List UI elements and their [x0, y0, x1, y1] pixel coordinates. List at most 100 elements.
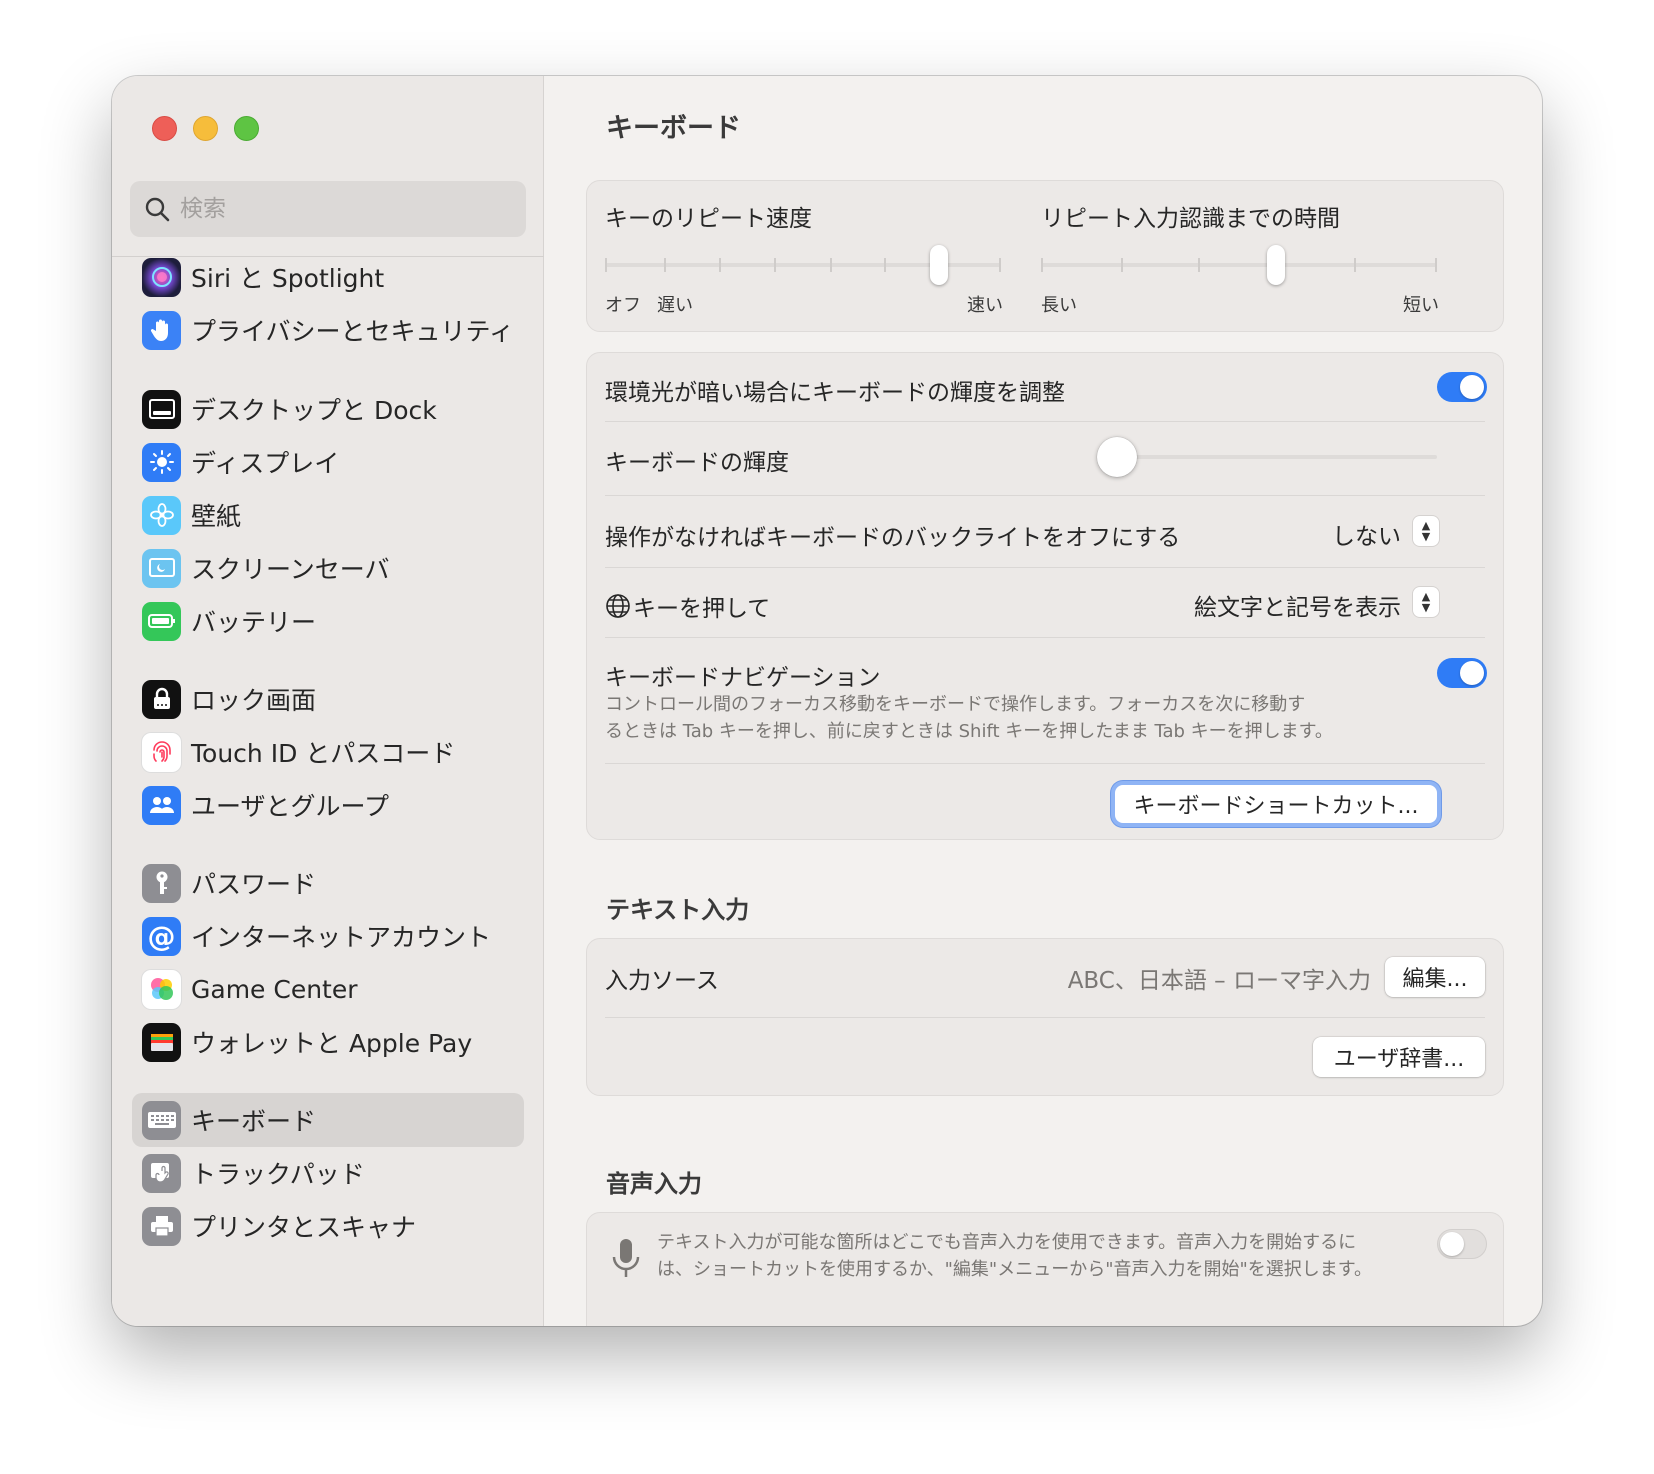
window-controls: [152, 116, 259, 141]
sidebar-item-screensaver[interactable]: スクリーンセーバ: [132, 541, 524, 595]
chevron-updown-icon: ▲ ▼: [1413, 516, 1439, 546]
wallet-icon: [142, 1022, 181, 1062]
repeat-delay-label: リピート入力認識までの時間: [1041, 206, 1340, 232]
sidebar-item-display[interactable]: ディスプレイ: [132, 435, 524, 489]
description-line: コントロール間のフォーカス移動をキーボードで操作します。フォーカスを次に移動す: [605, 694, 1306, 715]
keyboard-navigation-toggle[interactable]: [1437, 658, 1487, 688]
ambient-brightness-label: 環境光が暗い場合にキーボードの輝度を調整: [605, 380, 1065, 406]
repeat-delay-knob[interactable]: [1267, 245, 1285, 285]
search-field[interactable]: [130, 181, 526, 237]
keyboard-brightness-label: キーボードの輝度: [605, 450, 789, 476]
main-panel: キーボード キーのリピート速度 オフ 遅い 速い リピート入力認識までの時間 長…: [544, 76, 1542, 1326]
dock-icon: [142, 389, 181, 429]
sun-icon: [142, 442, 181, 482]
sidebar-item-label: Siri と Spotlight: [191, 264, 385, 293]
sidebar-item-battery[interactable]: バッテリー: [132, 594, 524, 648]
sidebar-item-wallpaper[interactable]: 壁紙: [132, 488, 524, 542]
keyboard-shortcuts-button[interactable]: キーボードショートカット...: [1115, 785, 1437, 823]
key-repeat-rate-slider[interactable]: [605, 245, 1001, 285]
user-dictionary-button[interactable]: ユーザ辞書...: [1313, 1037, 1485, 1077]
divider: [605, 421, 1485, 422]
sidebar-item-desktop-dock[interactable]: デスクトップと Dock: [132, 382, 524, 436]
zoom-button[interactable]: [234, 116, 259, 141]
ambient-brightness-toggle[interactable]: [1437, 372, 1487, 402]
sidebar-item-internet-accounts[interactable]: @ インターネットアカウント: [132, 909, 524, 963]
text-input-group: 入力ソース ABC、日本語 – ローマ字入力 編集... ユーザ辞書...: [586, 938, 1504, 1096]
globe-icon: [606, 594, 630, 618]
chevron-updown-icon: ▲ ▼: [1413, 587, 1439, 617]
divider: [605, 763, 1485, 764]
sidebar-item-wallet[interactable]: ウォレットと Apple Pay: [132, 1015, 524, 1069]
sidebar-item-passwords[interactable]: パスワード: [132, 856, 524, 910]
repeat-settings-group: キーのリピート速度 オフ 遅い 速い リピート入力認識までの時間 長い 短い: [586, 180, 1504, 332]
globe-key-row-label: キーを押して: [605, 589, 770, 623]
divider: [605, 567, 1485, 568]
key-icon: [142, 863, 181, 903]
sidebar-item-label: Game Center: [191, 974, 358, 1004]
trackpad-icon: [142, 1153, 181, 1193]
input-sources-label: 入力ソース: [605, 968, 719, 994]
printer-icon: [142, 1206, 181, 1246]
description-line: は、ショートカットを使用するか、"編集"メニューから"音声入力を開始"を選択しま…: [657, 1259, 1372, 1280]
sidebar-item-siri[interactable]: Siri と Spotlight: [132, 256, 524, 304]
key-repeat-rate-knob[interactable]: [930, 245, 948, 285]
repeat-delay-slider[interactable]: [1041, 245, 1437, 285]
keyboard-brightness-slider[interactable]: [1097, 437, 1437, 477]
keyboard-brightness-knob[interactable]: [1097, 437, 1137, 477]
sidebar-item-label: バッテリー: [191, 608, 317, 637]
sidebar-item-label: プライバシーとセキュリティ: [191, 317, 515, 346]
keyboard-navigation-label: キーボードナビゲーション: [605, 665, 881, 691]
sidebar-item-label: ユーザとグループ: [191, 792, 390, 821]
keyboard-lighting-group: 環境光が暗い場合にキーボードの輝度を調整 キーボードの輝度 操作がなければキーボ…: [586, 352, 1504, 840]
dictation-section-title: 音声入力: [606, 1170, 702, 1198]
sidebar-item-label: キーボード: [191, 1107, 317, 1136]
sidebar-item-label: パスワード: [191, 870, 317, 899]
sidebar-item-label: ディスプレイ: [191, 449, 340, 478]
hand-icon: [142, 310, 181, 350]
sidebar-item-label: ロック画面: [191, 686, 317, 715]
sidebar-item-keyboard[interactable]: キーボード: [132, 1093, 524, 1147]
sidebar-list: Siri と Spotlight プライバシーとセキュリティ デスクトップと D…: [112, 256, 544, 1326]
battery-icon: [142, 601, 181, 641]
sidebar-item-users-groups[interactable]: ユーザとグループ: [132, 778, 524, 832]
divider: [605, 637, 1485, 638]
sidebar-item-lock-screen[interactable]: ロック画面: [132, 672, 524, 726]
lock-icon: [142, 679, 181, 719]
rate-fast-label: 速い: [967, 295, 1003, 316]
rate-slow-label: 遅い: [657, 295, 693, 316]
sidebar-item-game-center[interactable]: Game Center: [132, 962, 524, 1016]
sidebar-item-trackpad[interactable]: トラックパッド: [132, 1146, 524, 1200]
keyboard-icon: [142, 1100, 181, 1140]
text-input-section-title: テキスト入力: [606, 896, 750, 924]
search-icon: [145, 197, 170, 222]
dictation-group: テキスト入力が可能な箇所はどこでも音声入力を使用できます。音声入力を開始するに …: [586, 1212, 1504, 1326]
sidebar-item-printers[interactable]: プリンタとスキャナ: [132, 1199, 524, 1253]
fingerprint-icon: [142, 732, 181, 772]
globe-key-value: 絵文字と記号を表示: [1194, 595, 1401, 621]
close-button[interactable]: [152, 116, 177, 141]
keyboard-navigation-description: コントロール間のフォーカス移動をキーボードで操作します。フォーカスを次に移動す …: [605, 691, 1333, 745]
dictation-description: テキスト入力が可能な箇所はどこでも音声入力を使用できます。音声入力を開始するに …: [657, 1229, 1372, 1283]
sidebar-item-label: 壁紙: [191, 502, 242, 531]
users-icon: [142, 785, 181, 825]
divider: [605, 495, 1485, 496]
input-sources-value: ABC、日本語 – ローマ字入力: [1067, 968, 1371, 994]
backlight-timeout-popup[interactable]: しない ▲ ▼: [1327, 513, 1439, 550]
globe-key-label: キーを押して: [633, 596, 771, 622]
sidebar-item-label: スクリーンセーバ: [191, 555, 390, 584]
dictation-toggle[interactable]: [1437, 1229, 1487, 1259]
description-line: テキスト入力が可能な箇所はどこでも音声入力を使用できます。音声入力を開始するに: [657, 1232, 1357, 1253]
globe-key-popup[interactable]: 絵文字と記号を表示 ▲ ▼: [1177, 584, 1439, 621]
search-input[interactable]: [180, 196, 500, 222]
sidebar-item-label: インターネットアカウント: [191, 923, 492, 952]
rate-off-label: オフ: [605, 295, 641, 316]
sidebar-item-touch-id[interactable]: Touch ID とパスコード: [132, 725, 524, 779]
sidebar-item-label: プリンタとスキャナ: [191, 1213, 417, 1242]
sidebar-item-privacy[interactable]: プライバシーとセキュリティ: [132, 303, 524, 357]
backlight-timeout-label: 操作がなければキーボードのバックライトをオフにする: [605, 525, 1181, 551]
edit-input-sources-button[interactable]: 編集...: [1385, 957, 1485, 997]
description-line: るときは Tab キーを押し、前に戻すときは Shift キーを押したまま Ta…: [605, 721, 1333, 742]
key-repeat-rate-label: キーのリピート速度: [605, 206, 812, 232]
microphone-icon: [612, 1239, 640, 1277]
minimize-button[interactable]: [193, 116, 218, 141]
